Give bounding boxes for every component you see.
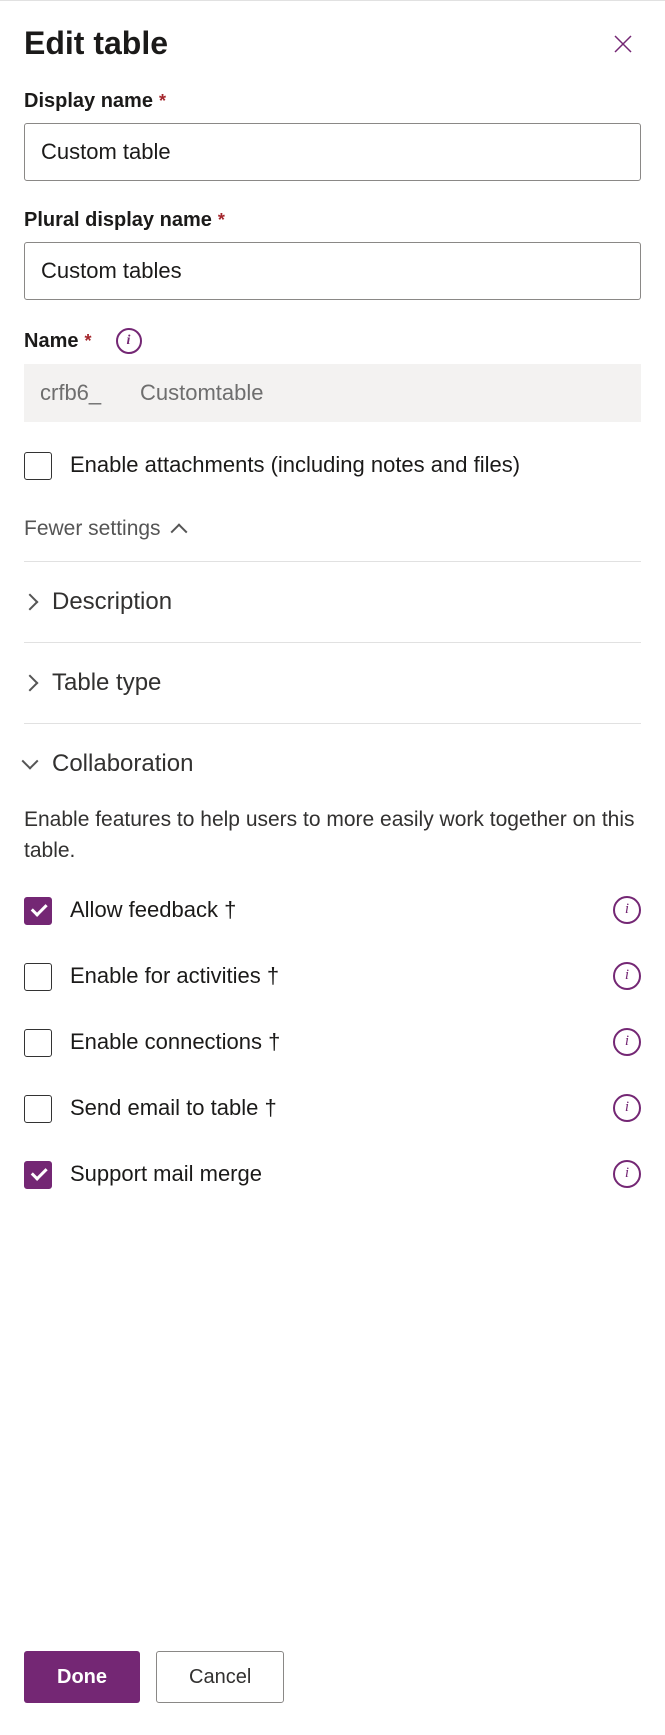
send-email-label: Send email to table † <box>70 1095 595 1121</box>
name-input-row: crfb6_ <box>24 364 641 422</box>
info-icon[interactable]: i <box>613 1160 641 1188</box>
table-type-section-header[interactable]: Table type <box>24 643 641 723</box>
panel-title: Edit table <box>24 25 168 62</box>
plural-name-field: Plural display name * <box>24 209 641 300</box>
required-star: * <box>84 331 91 352</box>
display-name-input[interactable] <box>24 123 641 181</box>
fewer-settings-toggle[interactable]: Fewer settings <box>24 517 185 541</box>
chevron-up-icon <box>170 523 187 540</box>
send-email-checkbox[interactable] <box>24 1095 52 1123</box>
plural-name-input[interactable] <box>24 242 641 300</box>
scroll-area[interactable]: Display name * Plural display name * Nam… <box>0 70 665 1627</box>
enable-activities-row: Enable for activities † i <box>24 961 641 991</box>
required-star: * <box>159 91 166 112</box>
enable-activities-checkbox[interactable] <box>24 963 52 991</box>
table-type-section-title: Table type <box>52 669 161 697</box>
description-section-header[interactable]: Description <box>24 562 641 642</box>
display-name-field: Display name * <box>24 90 641 181</box>
cancel-button[interactable]: Cancel <box>156 1651 284 1703</box>
info-icon[interactable]: i <box>613 1094 641 1122</box>
info-icon[interactable]: i <box>613 962 641 990</box>
enable-attachments-checkbox[interactable] <box>24 452 52 480</box>
enable-connections-checkbox[interactable] <box>24 1029 52 1057</box>
enable-connections-row: Enable connections † i <box>24 1027 641 1057</box>
allow-feedback-row: Allow feedback † i <box>24 895 641 925</box>
info-icon[interactable]: i <box>116 328 142 354</box>
collaboration-section-header[interactable]: Collaboration <box>24 724 641 804</box>
chevron-right-icon <box>22 674 39 691</box>
info-icon[interactable]: i <box>613 896 641 924</box>
name-label: Name * i <box>24 328 641 354</box>
name-input <box>124 364 641 422</box>
display-name-label: Display name * <box>24 90 641 113</box>
support-mail-merge-label: Support mail merge <box>70 1161 595 1187</box>
info-icon[interactable]: i <box>613 1028 641 1056</box>
panel-header: Edit table <box>0 1 665 70</box>
enable-attachments-row: Enable attachments (including notes and … <box>24 450 641 481</box>
done-button[interactable]: Done <box>24 1651 140 1703</box>
required-star: * <box>218 210 225 231</box>
name-field: Name * i crfb6_ <box>24 328 641 422</box>
chevron-right-icon <box>22 593 39 610</box>
collaboration-description: Enable features to help users to more ea… <box>24 804 641 867</box>
enable-connections-label: Enable connections † <box>70 1029 595 1055</box>
allow-feedback-label: Allow feedback † <box>70 897 595 923</box>
close-icon <box>613 34 633 54</box>
chevron-down-icon <box>22 752 39 769</box>
enable-attachments-label: Enable attachments (including notes and … <box>70 450 520 481</box>
send-email-row: Send email to table † i <box>24 1093 641 1123</box>
collaboration-section-title: Collaboration <box>52 750 193 778</box>
panel-footer: Done Cancel <box>0 1627 665 1735</box>
edit-table-panel: Edit table Display name * Plural display… <box>0 0 665 1735</box>
support-mail-merge-checkbox[interactable] <box>24 1161 52 1189</box>
plural-name-label: Plural display name * <box>24 209 641 232</box>
allow-feedback-checkbox[interactable] <box>24 897 52 925</box>
close-button[interactable] <box>605 26 641 62</box>
description-section-title: Description <box>52 588 172 616</box>
name-prefix: crfb6_ <box>24 364 124 422</box>
enable-activities-label: Enable for activities † <box>70 963 595 989</box>
support-mail-merge-row: Support mail merge i <box>24 1159 641 1189</box>
